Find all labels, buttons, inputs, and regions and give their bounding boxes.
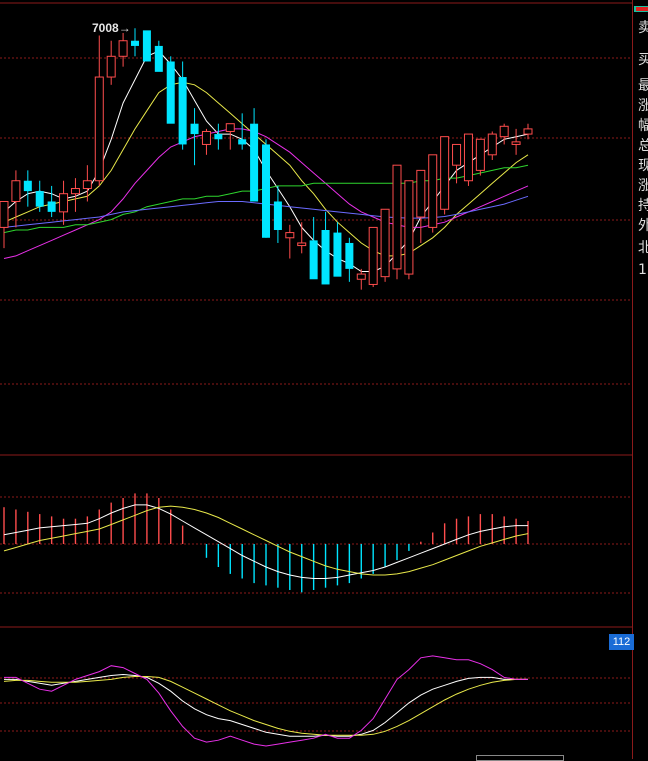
candle-body-up bbox=[511, 141, 521, 145]
candle-body-down bbox=[142, 30, 151, 62]
candle-body-up bbox=[59, 193, 69, 213]
side-label: 外 bbox=[638, 218, 648, 234]
price-panel bbox=[0, 28, 533, 290]
macd-line bbox=[3, 504, 528, 579]
side-label: 涨 bbox=[638, 178, 648, 194]
candle-body-up bbox=[523, 128, 533, 135]
candle-body-down bbox=[166, 61, 175, 124]
candle-body-up bbox=[285, 232, 295, 239]
candle-body-down bbox=[262, 144, 270, 238]
candle-body-up bbox=[106, 55, 116, 78]
candle-body-up bbox=[297, 242, 307, 247]
candle-body-down bbox=[214, 134, 223, 140]
candle-body-down bbox=[178, 77, 187, 145]
side-label: 1 bbox=[638, 262, 647, 278]
candle-body-down bbox=[309, 240, 318, 280]
candle-body-up bbox=[416, 169, 426, 218]
side-label: 买 bbox=[638, 52, 648, 68]
candle-body-up bbox=[440, 136, 450, 210]
candle-body-down bbox=[131, 40, 139, 46]
candle-body-down bbox=[190, 123, 199, 135]
candle-body-down bbox=[238, 139, 247, 145]
scroll-indicator[interactable] bbox=[476, 755, 564, 761]
candle-body-up bbox=[428, 154, 438, 228]
candle-body-down bbox=[345, 242, 354, 269]
side-label: 总 bbox=[638, 138, 648, 154]
candle-body-down bbox=[23, 180, 32, 192]
side-label: 涨 bbox=[638, 98, 648, 114]
candle-body-down bbox=[321, 230, 330, 285]
candle-body-up bbox=[82, 180, 92, 190]
candle-body-up bbox=[392, 164, 402, 270]
candle-body-up bbox=[452, 143, 462, 166]
candle-body-down bbox=[154, 45, 163, 72]
kdj-line bbox=[4, 673, 528, 737]
top-status-marker-red bbox=[636, 7, 648, 11]
peak-price-annotation: 7008→ bbox=[92, 21, 131, 35]
side-label: 北 bbox=[638, 240, 648, 256]
side-label: 持 bbox=[638, 198, 648, 214]
candle-body-up bbox=[463, 133, 473, 182]
candle-body-down bbox=[250, 123, 259, 202]
candle-body-up bbox=[404, 180, 414, 275]
candle-body-up bbox=[0, 200, 9, 228]
candle-body-up bbox=[201, 130, 211, 145]
candle-body-down bbox=[47, 201, 56, 212]
kdj-line bbox=[3, 676, 528, 736]
candle-body-up bbox=[499, 125, 509, 138]
candle-body-up bbox=[225, 123, 235, 132]
candle-body-up bbox=[487, 133, 497, 156]
candle-body-down bbox=[35, 191, 44, 207]
macd-panel bbox=[3, 493, 529, 593]
side-label: 卖 bbox=[638, 20, 648, 36]
candle-body-up bbox=[118, 40, 128, 57]
candle-body-up bbox=[356, 273, 366, 280]
candle-body-up bbox=[380, 208, 390, 278]
candle-body-up bbox=[94, 76, 104, 182]
candle-body-up bbox=[368, 226, 378, 285]
candle-body-down bbox=[273, 201, 282, 230]
candle-body-down bbox=[333, 232, 342, 277]
candle-body-up bbox=[11, 180, 21, 202]
candle-body-up bbox=[475, 138, 485, 171]
stock-chart bbox=[0, 0, 633, 759]
kdj-panel bbox=[3, 655, 528, 747]
side-label: 最 bbox=[638, 78, 648, 94]
side-label: 幅 bbox=[638, 118, 648, 134]
candle-body-up bbox=[70, 188, 80, 195]
side-label: 现 bbox=[638, 158, 648, 174]
indicator-value-badge: 112 bbox=[609, 634, 634, 650]
